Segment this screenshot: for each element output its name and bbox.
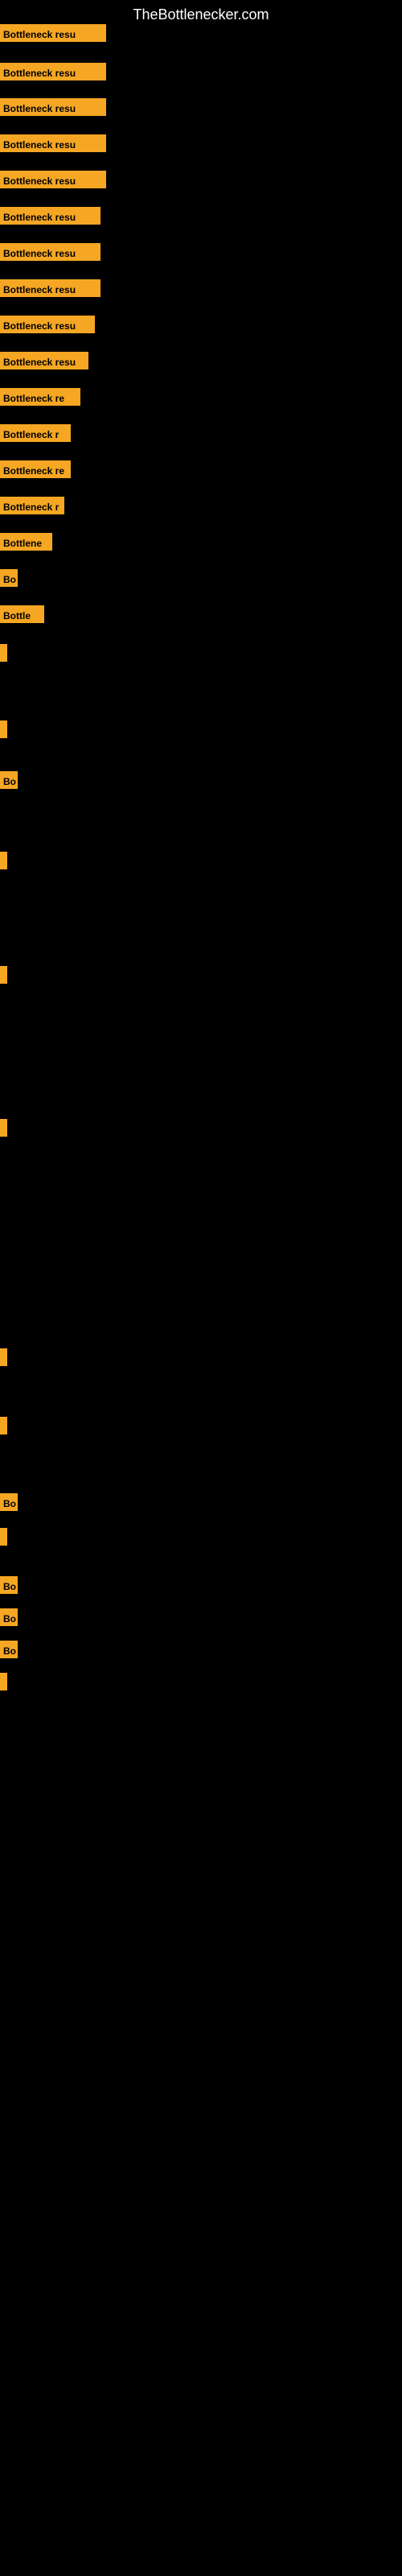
bar-label: Bottleneck resu bbox=[0, 316, 95, 333]
bar-label: Bottleneck resu bbox=[0, 98, 106, 116]
bar-label: Bo bbox=[0, 1576, 18, 1594]
bar-mini bbox=[0, 644, 7, 662]
bar-label: Bottleneck resu bbox=[0, 279, 100, 297]
list-item: Bo bbox=[0, 569, 18, 591]
bar-mini bbox=[0, 720, 7, 738]
list-item: Bottleneck resu bbox=[0, 63, 106, 85]
bar-label: Bottleneck resu bbox=[0, 352, 88, 369]
bar-label: Bottleneck re bbox=[0, 388, 80, 406]
bar-mini bbox=[0, 1119, 7, 1137]
list-item: Bo bbox=[0, 1608, 18, 1630]
bar-mini bbox=[0, 1417, 7, 1435]
list-item bbox=[0, 1528, 7, 1546]
bar-label: Bo bbox=[0, 1608, 18, 1626]
bar-mini bbox=[0, 1348, 7, 1366]
bar-label: Bottle bbox=[0, 605, 44, 623]
list-item: Bottleneck resu bbox=[0, 316, 95, 337]
bar-label: Bo bbox=[0, 569, 18, 587]
list-item: Bottleneck resu bbox=[0, 279, 100, 301]
list-item: Bottleneck resu bbox=[0, 171, 106, 192]
bar-label: Bottleneck resu bbox=[0, 134, 106, 152]
bar-label: Bottleneck r bbox=[0, 497, 64, 514]
bar-label: Bottleneck resu bbox=[0, 24, 106, 42]
list-item bbox=[0, 1119, 7, 1137]
list-item: Bottleneck re bbox=[0, 460, 71, 482]
list-item bbox=[0, 644, 7, 662]
bar-label: Bottleneck resu bbox=[0, 171, 106, 188]
list-item bbox=[0, 966, 7, 984]
bar-label: Bo bbox=[0, 1641, 18, 1658]
list-item bbox=[0, 1348, 7, 1366]
bar-label: Bottleneck r bbox=[0, 424, 71, 442]
list-item: Bo bbox=[0, 1493, 18, 1515]
bar-label: Bottleneck re bbox=[0, 460, 71, 478]
list-item: Bottleneck resu bbox=[0, 134, 106, 156]
list-item bbox=[0, 852, 7, 869]
bar-label: Bottleneck resu bbox=[0, 207, 100, 225]
list-item: Bottlene bbox=[0, 533, 52, 555]
bar-label: Bo bbox=[0, 1493, 18, 1511]
list-item: Bottleneck resu bbox=[0, 243, 100, 265]
list-item bbox=[0, 1673, 7, 1690]
bar-label: Bo bbox=[0, 771, 18, 789]
list-item bbox=[0, 720, 7, 738]
list-item: Bo bbox=[0, 1576, 18, 1598]
list-item: Bottleneck resu bbox=[0, 352, 88, 374]
bar-mini bbox=[0, 1673, 7, 1690]
list-item: Bottleneck resu bbox=[0, 98, 106, 120]
list-item: Bottleneck resu bbox=[0, 24, 106, 46]
list-item bbox=[0, 1417, 7, 1435]
bar-mini bbox=[0, 852, 7, 869]
bar-label: Bottleneck resu bbox=[0, 63, 106, 80]
list-item: Bottleneck r bbox=[0, 424, 71, 446]
list-item: Bo bbox=[0, 1641, 18, 1662]
bar-mini bbox=[0, 966, 7, 984]
list-item: Bottleneck resu bbox=[0, 207, 100, 229]
list-item: Bottleneck re bbox=[0, 388, 80, 410]
list-item: Bottle bbox=[0, 605, 44, 627]
list-item: Bottleneck r bbox=[0, 497, 64, 518]
bar-label: Bottleneck resu bbox=[0, 243, 100, 261]
bar-mini bbox=[0, 1528, 7, 1546]
list-item: Bo bbox=[0, 771, 18, 793]
bar-label: Bottlene bbox=[0, 533, 52, 551]
